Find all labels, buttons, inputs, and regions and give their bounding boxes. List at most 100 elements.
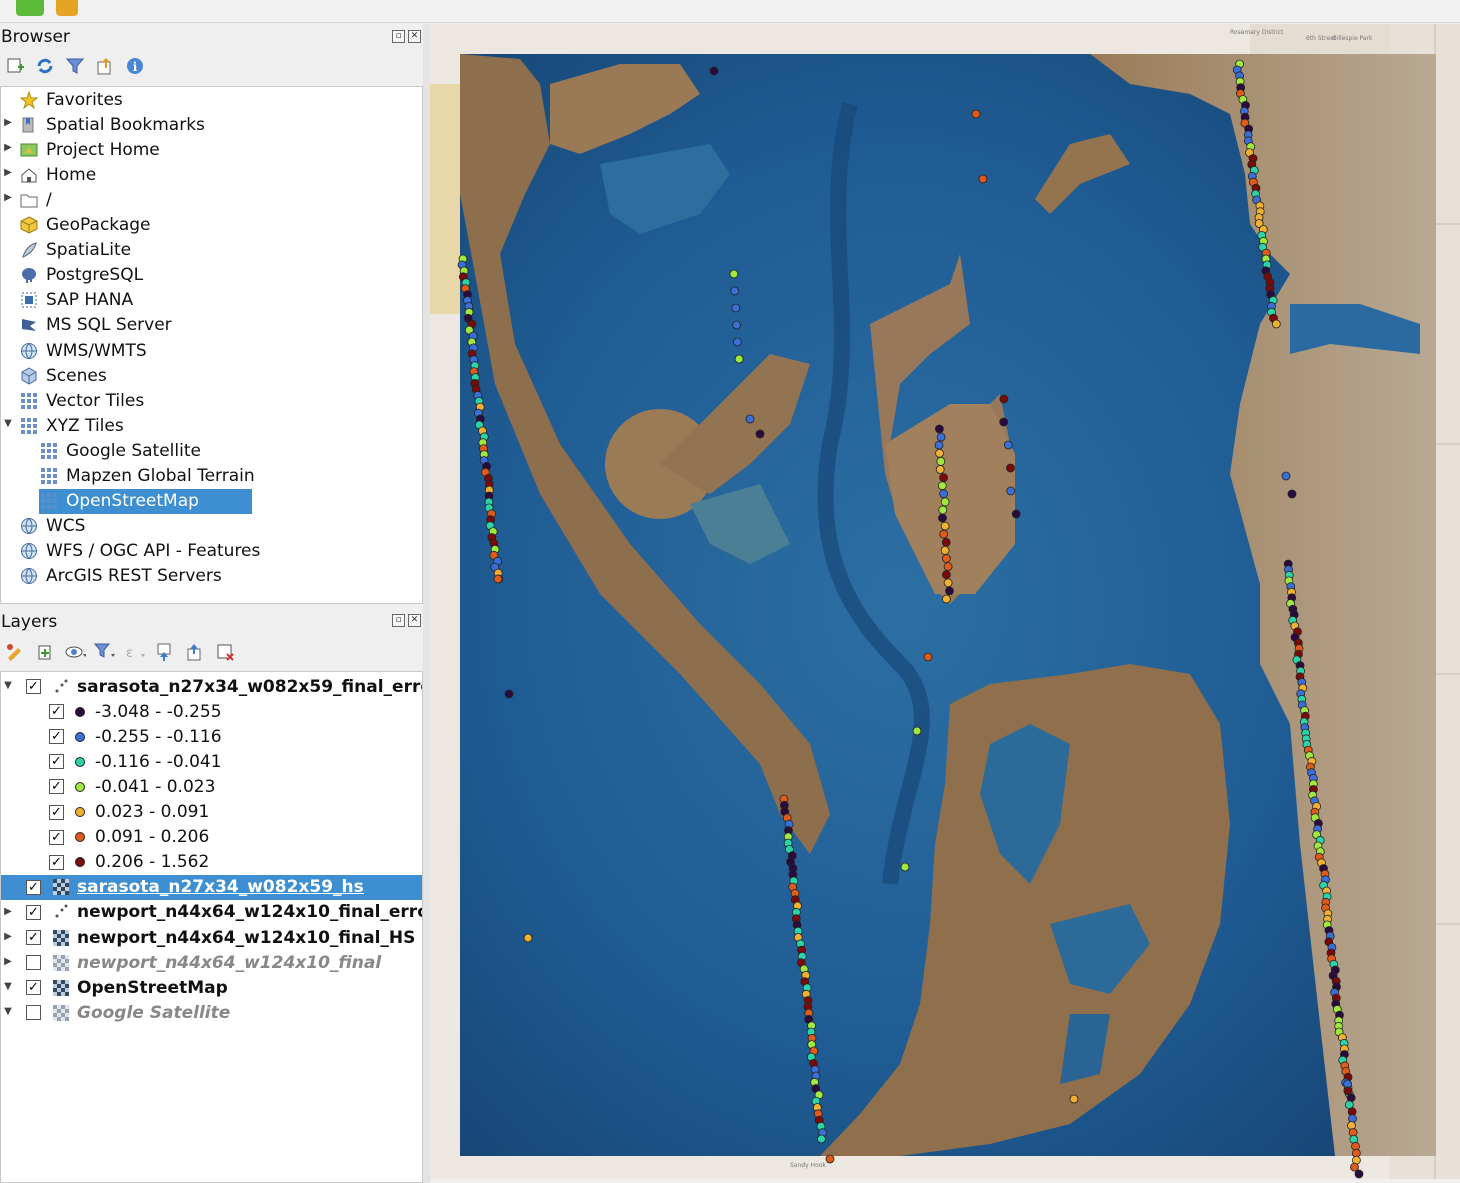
visibility-checkbox[interactable] [26, 955, 41, 971]
refresh-icon[interactable] [34, 55, 56, 77]
visibility-checkbox[interactable]: ✓ [26, 980, 41, 996]
error-point [709, 66, 719, 76]
close-icon[interactable]: ✕ [408, 30, 421, 43]
add-group-icon[interactable] [34, 641, 56, 663]
browser-item[interactable]: Mapzen Global Terrain [39, 464, 255, 489]
browser-item[interactable]: WFS / OGC API - Features [19, 539, 260, 564]
legend-class-item[interactable]: ✓ -3.048 - -0.255 [49, 699, 222, 724]
filter-icon[interactable] [64, 55, 86, 77]
raster-layer-icon [51, 953, 71, 973]
visibility-checkbox[interactable]: ✓ [49, 754, 64, 770]
float-icon[interactable]: ▫ [392, 30, 405, 43]
browser-item[interactable]: Home [19, 162, 96, 187]
close-icon[interactable]: ✕ [408, 614, 421, 627]
layer-item[interactable]: ✓ newport_n44x64_w124x10_final_errors [26, 900, 423, 925]
panel-splitter[interactable] [423, 24, 430, 1183]
layer-item[interactable]: Google Satellite [26, 1000, 230, 1025]
expand-arrow-icon[interactable]: ▶ [3, 956, 13, 967]
legend-class-item[interactable]: ✓ -0.255 - -0.116 [49, 724, 222, 749]
expand-arrow-icon[interactable]: ▶ [3, 167, 13, 178]
legend-class-item[interactable]: ✓ 0.023 - 0.091 [49, 800, 209, 825]
browser-item[interactable]: Spatial Bookmarks [19, 112, 205, 137]
folder-icon [19, 190, 39, 210]
collapse-arrow-icon[interactable]: ▼ [3, 981, 13, 992]
map-canvas[interactable]: Rosemary District Gillespie Park 6th Str… [430, 24, 1460, 1179]
legend-class-item[interactable]: ✓ 0.091 - 0.206 [49, 825, 209, 850]
collapse-arrow-icon[interactable]: ▼ [3, 1006, 13, 1017]
add-selected-layers-icon[interactable] [4, 55, 26, 77]
visibility-checkbox[interactable]: ✓ [49, 704, 64, 720]
expand-arrow-icon[interactable]: ▶ [3, 906, 13, 917]
browser-item[interactable]: Vector Tiles [19, 388, 144, 413]
browser-item[interactable]: Project Home [19, 137, 160, 162]
visibility-checkbox[interactable] [26, 1005, 41, 1021]
layer-item[interactable]: ✓ newport_n44x64_w124x10_final_HS [26, 925, 415, 950]
main-toolbar [0, 0, 1460, 23]
visibility-checkbox[interactable]: ✓ [26, 679, 41, 694]
expand-arrow-icon[interactable]: ▶ [3, 117, 13, 128]
star-icon [19, 90, 39, 110]
collapse-all-icon[interactable] [184, 641, 206, 663]
expand-arrow-icon[interactable]: ▶ [3, 142, 13, 153]
browser-item[interactable]: SAP HANA [19, 288, 133, 313]
filter-legend-icon[interactable] [94, 641, 116, 663]
browser-item[interactable]: GeoPackage [19, 213, 151, 238]
error-point [940, 521, 950, 531]
expand-arrow-icon[interactable]: ▶ [3, 931, 13, 942]
error-point [1069, 1094, 1079, 1104]
symbol-dot-icon [75, 756, 85, 767]
tile-grid-icon [39, 466, 59, 486]
browser-item[interactable]: Google Satellite [39, 438, 201, 463]
float-icon[interactable]: ▫ [392, 614, 405, 627]
browser-item[interactable]: OpenStreetMap [39, 488, 252, 514]
browser-item[interactable]: PostgreSQL [19, 263, 143, 288]
manage-visibility-icon[interactable] [64, 641, 86, 663]
collapse-all-icon[interactable] [94, 55, 116, 77]
visibility-checkbox[interactable]: ✓ [26, 930, 41, 945]
visibility-checkbox[interactable]: ✓ [49, 779, 64, 795]
legend-class-label: 0.206 - 1.562 [95, 852, 210, 873]
layer-item[interactable]: ✓ sarasota_n27x34_w082x59_final_errors [26, 674, 422, 699]
legend-class-item[interactable]: ✓ 0.206 - 1.562 [49, 850, 209, 875]
layers-tree[interactable]: ▼ ✓ sarasota_n27x34_w082x59_final_errors ✓ -… [0, 671, 423, 1183]
info-icon[interactable]: i [124, 55, 146, 77]
visibility-checkbox[interactable]: ✓ [49, 829, 64, 845]
legend-class-item[interactable]: ✓ -0.041 - 0.023 [49, 774, 215, 799]
legend-class-item[interactable]: ✓ -0.116 - -0.041 [49, 749, 222, 774]
layer-styling-icon[interactable] [4, 641, 26, 663]
visibility-checkbox[interactable]: ✓ [49, 729, 64, 745]
visibility-checkbox[interactable]: ✓ [26, 879, 41, 895]
plugin-icon[interactable] [56, 0, 78, 16]
browser-item-label: Vector Tiles [46, 390, 145, 411]
browser-tree[interactable]: Favorites ▶ Spatial Bookmarks ▶ Project Home… [0, 86, 423, 604]
error-point [1281, 471, 1291, 481]
browser-item[interactable]: XYZ Tiles [19, 413, 124, 438]
browser-item[interactable]: ArcGIS REST Servers [19, 564, 222, 589]
browser-item[interactable]: MS SQL Server [19, 313, 172, 338]
browser-item[interactable]: WMS/WMTS [19, 338, 147, 363]
layer-item[interactable]: ✓ sarasota_n27x34_w082x59_hs [1, 874, 422, 900]
error-point [942, 554, 951, 563]
error-point [816, 1134, 826, 1144]
browser-item[interactable]: / [19, 187, 52, 212]
expand-all-icon[interactable] [154, 641, 176, 663]
error-point [504, 689, 514, 699]
visibility-checkbox[interactable]: ✓ [49, 854, 64, 870]
search-icon[interactable] [16, 0, 44, 16]
collapse-arrow-icon[interactable]: ▼ [3, 680, 13, 691]
browser-item[interactable]: WCS [19, 514, 85, 539]
layer-name: newport_n44x64_w124x10_final_errors [77, 902, 423, 923]
sap-hana-icon [19, 290, 39, 310]
expand-arrow-icon[interactable]: ▶ [3, 192, 13, 203]
visibility-checkbox[interactable]: ✓ [49, 804, 64, 820]
visibility-checkbox[interactable]: ✓ [26, 904, 41, 920]
layer-item[interactable]: newport_n44x64_w124x10_final [26, 950, 381, 975]
browser-item[interactable]: Favorites [19, 87, 123, 112]
collapse-arrow-icon[interactable]: ▼ [3, 418, 13, 429]
error-point [942, 594, 951, 604]
browser-item[interactable]: SpatiaLite [19, 238, 131, 263]
error-point [935, 465, 945, 474]
browser-item[interactable]: Scenes [19, 363, 107, 388]
remove-layer-icon[interactable] [214, 641, 236, 663]
layer-item[interactable]: ✓ OpenStreetMap [26, 975, 228, 1000]
